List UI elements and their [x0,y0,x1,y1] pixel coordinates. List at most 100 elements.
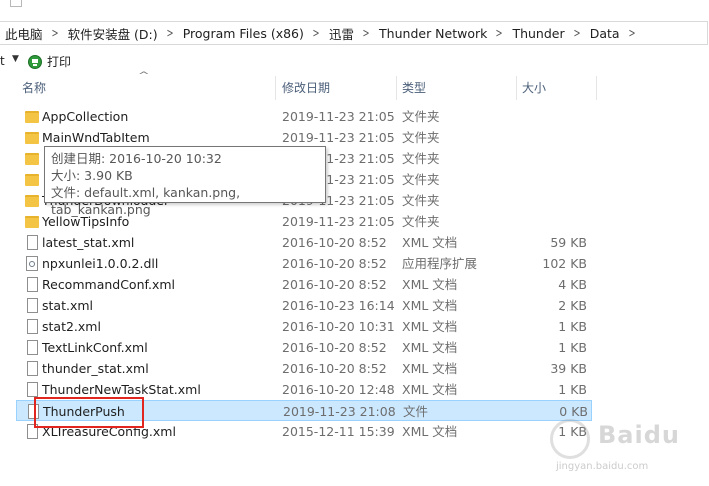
print-icon [28,54,42,69]
dropdown-arrow-icon[interactable]: ▼ [12,54,19,64]
checkbox-icon[interactable] [10,0,22,7]
chevron-right-icon[interactable]: > [50,26,60,40]
window-top-strip [0,0,709,18]
chevron-right-icon[interactable]: > [311,26,321,40]
column-date[interactable]: 修改日期 [276,76,396,100]
file-date: 2019-11-23 21:05 [282,109,395,124]
annotation-highlight-box [34,397,144,428]
file-type: XML 文档 [402,382,458,397]
document-icon [27,382,38,397]
document-icon [27,298,38,313]
file-date: 2016-10-23 16:14 [282,298,395,313]
file-type: 文件夹 [402,151,440,166]
file-size [516,211,587,232]
file-date: 2016-10-20 10:31 [282,319,395,334]
list-item[interactable]: MainWndTabItem 2019-11-23 21:05 文件夹 [16,127,592,148]
file-name: npxunlei1.0.0.2.dll [42,256,159,271]
file-date: 2016-10-20 8:52 [282,277,387,292]
file-size [516,148,587,169]
file-name: AppCollection [42,109,129,124]
file-name: RecommandConf.xml [42,277,176,292]
list-item[interactable]: latest_stat.xml 2016-10-20 8:52 XML 文档 5… [16,232,592,253]
file-date: 2015-12-11 15:39 [282,424,395,439]
folder-icon [25,195,39,207]
list-item[interactable]: RecommandConf.xml 2016-10-20 8:52 XML 文档… [16,274,592,295]
print-button[interactable]: 打印 [28,53,71,70]
watermark-text: Baidu [598,421,680,449]
chevron-right-icon[interactable]: > [627,26,637,40]
file-date: 2016-10-20 12:48 [282,382,395,397]
list-item[interactable]: TextLinkConf.xml 2016-10-20 8:52 XML 文档 … [16,337,592,358]
folder-icon [25,174,39,186]
file-type: XML 文档 [402,361,458,376]
file-size: 39 KB [550,361,587,376]
file-name: stat.xml [42,298,93,313]
breadcrumb-thunder[interactable]: Thunder [506,26,569,41]
folder-icon [25,153,39,165]
chevron-right-icon[interactable]: > [165,26,175,40]
file-name: thunder_stat.xml [42,361,149,376]
file-type: XML 文档 [402,319,458,334]
breadcrumb-data[interactable]: Data [584,26,625,41]
file-size: 59 KB [550,235,587,250]
file-name: TextLinkConf.xml [42,340,148,355]
chevron-right-icon[interactable]: > [572,26,582,40]
file-type: 文件夹 [402,109,440,124]
document-icon [27,277,38,292]
file-date: 2016-10-20 8:52 [282,235,387,250]
column-divider[interactable] [596,76,597,100]
folder-icon [25,132,39,144]
breadcrumb-xunlei[interactable]: 迅雷 [323,24,359,43]
file-date: 2016-10-20 8:52 [282,340,387,355]
address-bar[interactable]: 此电脑 > 软件安装盘 (D:) > Program Files (x86) >… [0,21,708,45]
column-type[interactable]: 类型 [396,76,516,100]
folder-info-tooltip: 创建日期: 2016-10-20 10:32 大小: 3.90 KB 文件: d… [44,146,326,217]
tooltip-created-date: 创建日期: 2016-10-20 10:32 [51,151,222,166]
command-bar: t ▼ 打印 [0,52,709,72]
folder-icon [25,111,39,123]
breadcrumb-drive-d[interactable]: 软件安装盘 (D:) [62,24,163,43]
chevron-right-icon[interactable]: > [361,26,371,40]
document-icon [27,235,38,250]
tooltip-size: 大小: 3.90 KB [51,168,133,183]
column-name[interactable]: 名称 [16,76,274,100]
list-item[interactable]: stat2.xml 2016-10-20 10:31 XML 文档 1 KB [16,316,592,337]
column-header: 名称 修改日期 类型 大小 [0,76,709,100]
breadcrumb-program-files[interactable]: Program Files (x86) [177,26,309,41]
file-type: XML 文档 [402,424,458,439]
print-label: 打印 [47,55,72,69]
folder-icon [25,216,39,228]
document-icon [27,361,38,376]
list-item[interactable]: AppCollection 2019-11-23 21:05 文件夹 [16,106,592,127]
chevron-right-icon[interactable]: > [495,26,505,40]
file-date: 2019-11-23 21:05 [282,130,395,145]
file-size: 4 KB [558,277,587,292]
dll-icon [26,256,38,271]
file-size: 1 KB [558,340,587,355]
watermark-url: jingyan.baidu.com [556,461,649,472]
list-item[interactable]: thunder_stat.xml 2016-10-20 8:52 XML 文档 … [16,358,592,379]
file-type: 文件夹 [402,193,440,208]
baidu-watermark: Baidu jingyan.baidu.com [536,415,706,485]
file-type: XML 文档 [402,340,458,355]
file-name: latest_stat.xml [42,235,135,250]
breadcrumb-thunder-network[interactable]: Thunder Network [373,26,492,41]
column-size[interactable]: 大小 [516,76,596,100]
file-type: 文件 [403,404,429,419]
file-size [516,190,587,211]
file-date: 2016-10-20 8:52 [282,256,387,271]
tooltip-files: 文件: default.xml, kankan.png, tab_kankan.… [51,185,241,217]
file-size: 102 KB [542,256,587,271]
file-name: stat2.xml [42,319,101,334]
file-type: XML 文档 [402,298,458,313]
file-type: 文件夹 [402,130,440,145]
file-size: 1 KB [558,382,587,397]
file-size [516,169,587,190]
file-name: MainWndTabItem [42,130,150,145]
document-icon [27,340,38,355]
file-type: XML 文档 [402,235,458,250]
toolbar-truncated-label[interactable]: t [0,54,5,68]
list-item[interactable]: stat.xml 2016-10-23 16:14 XML 文档 2 KB [16,295,592,316]
breadcrumb-this-pc[interactable]: 此电脑 [0,24,48,43]
list-item[interactable]: npxunlei1.0.0.2.dll 2016-10-20 8:52 应用程序… [16,253,592,274]
